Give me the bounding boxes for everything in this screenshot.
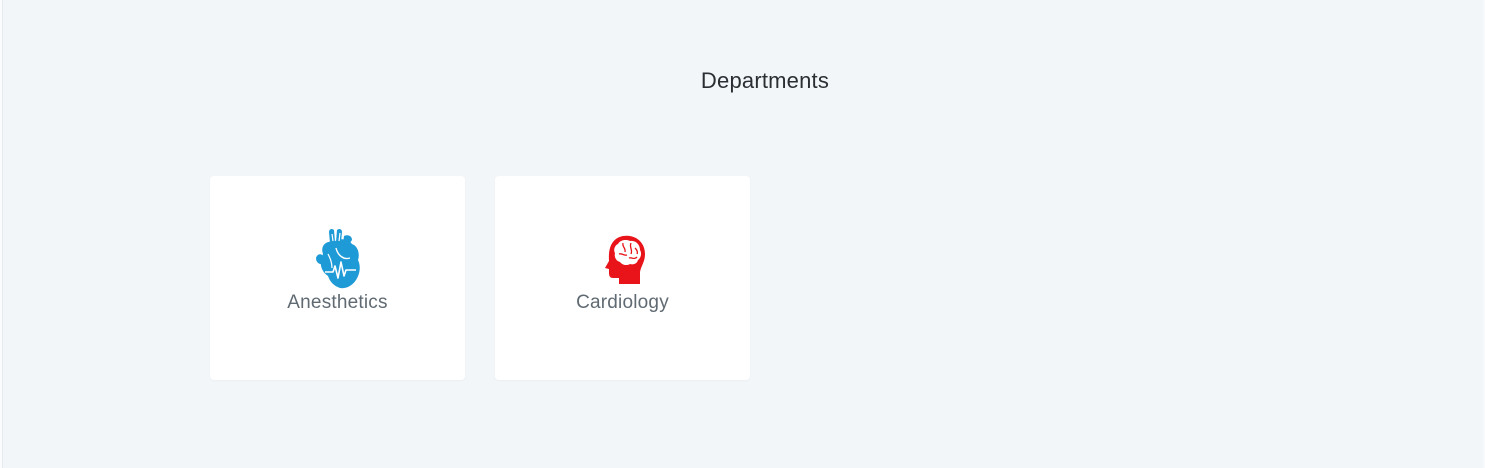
department-card-cardiology[interactable]: Cardiology xyxy=(495,176,750,380)
page-title: Departments xyxy=(700,68,830,93)
heart-icon xyxy=(308,228,368,290)
department-list: Anesthetics Cardiology xyxy=(210,176,750,380)
department-card-anesthetics[interactable]: Anesthetics xyxy=(210,176,465,380)
brain-head-icon xyxy=(593,228,653,290)
department-label: Cardiology xyxy=(576,292,669,313)
department-label: Anesthetics xyxy=(287,292,388,313)
